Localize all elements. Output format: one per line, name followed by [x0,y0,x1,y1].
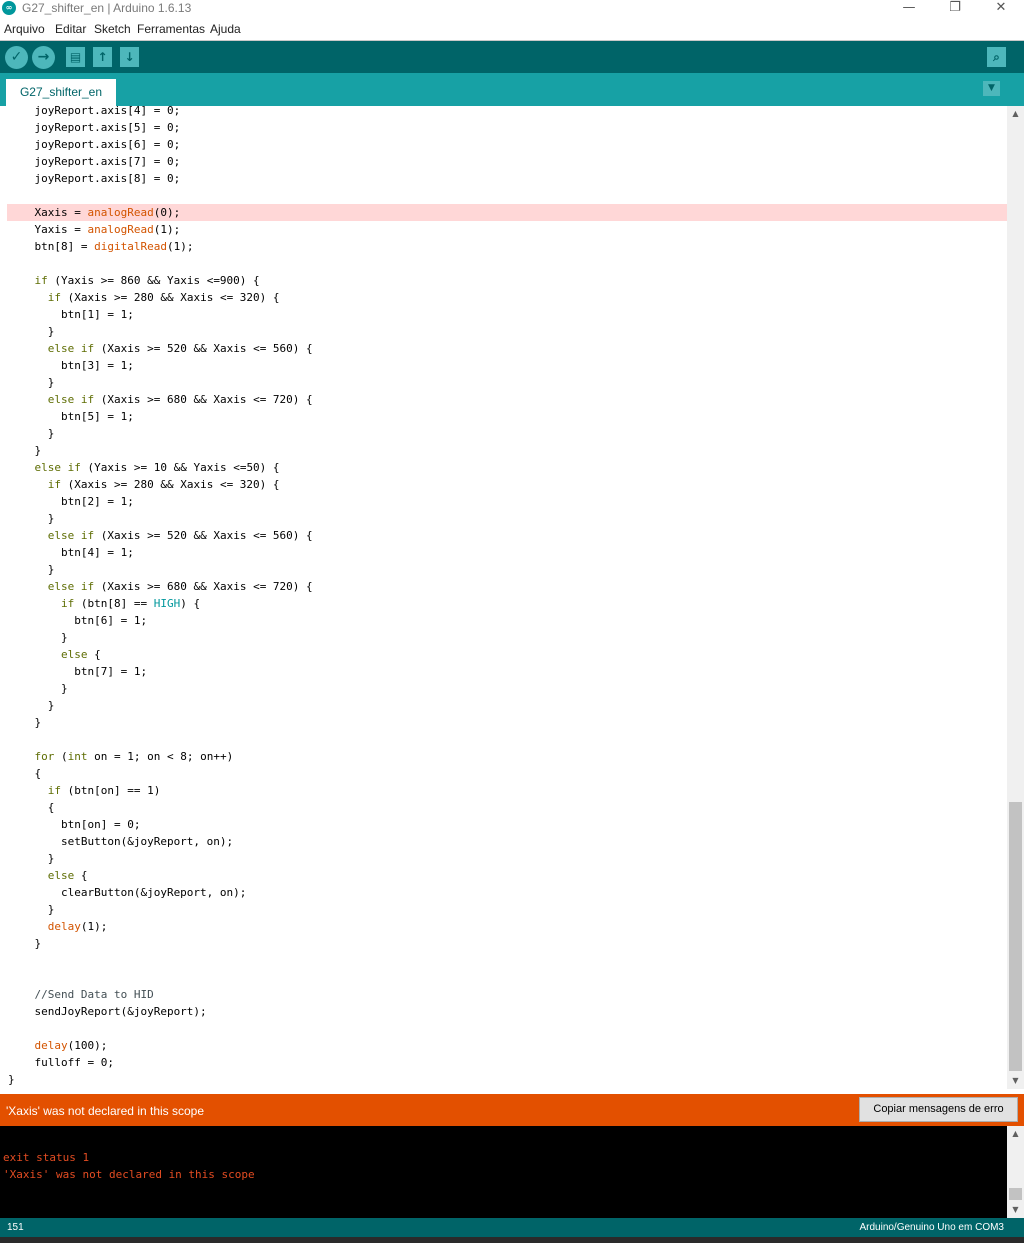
line-number: 151 [7,1222,24,1233]
minimize-button[interactable]: — [886,0,932,18]
code-line: else if (Xaxis >= 520 && Xaxis <= 560) { [47,342,313,355]
code-line: } [8,852,55,865]
editor-scrollbar[interactable]: ▲ ▼ [1007,106,1024,1089]
code-line: btn[6] = 1; [8,614,148,627]
code-line: else { [47,869,88,882]
console-line: exit status 1 [3,1151,90,1164]
code-line: else if (Xaxis >= 520 && Xaxis <= 560) { [47,529,313,542]
code-line: if (Yaxis >= 860 && Yaxis <=900) { [34,274,260,287]
code-line: for (int on = 1; on < 8; on++) [34,750,234,763]
code-line: btn[4] = 1; [8,546,134,559]
console-output: exit status 1 'Xaxis' was not declared i… [0,1126,1007,1218]
code-line: joyReport.axis[4] = 0; [8,106,181,117]
code-line: clearButton(&joyReport, on); [8,886,247,899]
code-line: } [8,699,55,712]
code-line: } [8,631,68,644]
tab-menu-chevron-down-icon[interactable]: ▼ [983,81,1000,96]
verify-icon[interactable]: ✓ [5,46,28,69]
menu-ferramentas[interactable]: Ferramentas [137,22,205,36]
error-message: 'Xaxis' was not declared in this scope [6,1104,205,1118]
code-line: else if (Xaxis >= 680 && Xaxis <= 720) { [47,580,313,593]
code-line: btn[5] = 1; [8,410,134,423]
code-line: joyReport.axis[5] = 0; [8,121,181,134]
code-line: } [8,376,55,389]
code-editor[interactable]: joyReport.axis[4] = 0; joyReport.axis[5]… [0,106,1007,1089]
menu-ajuda[interactable]: Ajuda [210,22,241,36]
code-line: if (Xaxis >= 280 && Xaxis <= 320) { [47,291,280,304]
console-scroll-down-icon[interactable]: ▼ [1007,1202,1024,1218]
menu-arquivo[interactable]: Arquivo [4,22,45,36]
error-code-line: Xaxis = analogRead(0); [7,204,1007,221]
code-line: btn[8] = digitalRead(1); [8,240,194,253]
console-scrollbar-thumb[interactable] [1009,1188,1022,1200]
arduino-logo-icon: ∞ [2,1,16,15]
code-line: btn[1] = 1; [8,308,134,321]
console-scroll-up-icon[interactable]: ▲ [1007,1126,1024,1142]
window-title: G27_shifter_en | Arduino 1.6.13 [22,1,192,15]
code-line: } [8,682,68,695]
code-line: } [8,427,55,440]
tab-g27-shifter-en[interactable]: G27_shifter_en [6,79,116,106]
code-line: btn[on] = 0; [8,818,141,831]
code-line: } [8,444,42,457]
code-line: else if (Xaxis >= 680 && Xaxis <= 720) { [47,393,313,406]
code-line: delay(100); [34,1039,108,1052]
code-line: delay(1); [47,920,108,933]
serial-monitor-icon[interactable]: ⌕ [987,47,1006,67]
code-line: btn[2] = 1; [8,495,134,508]
console-line: 'Xaxis' was not declared in this scope [3,1168,255,1181]
code-line: joyReport.axis[6] = 0; [8,138,181,151]
code-line: } [8,512,55,525]
console-scrollbar[interactable]: ▲ ▼ [1007,1126,1024,1218]
desktop-strip [0,1237,1024,1243]
board-port-label: Arduino/Genuino Uno em COM3 [859,1222,1004,1233]
code-line: } [8,937,42,950]
upload-icon[interactable]: → [32,46,55,69]
code-line: { [8,801,55,814]
code-line: if (btn[8] == HIGH) { [60,597,201,610]
code-line: } [8,563,55,576]
code-line: else { [60,648,101,661]
menu-sketch[interactable]: Sketch [94,22,131,36]
title-bar: ∞ G27_shifter_en | Arduino 1.6.13 — ❐ ✕ [0,0,1024,18]
code-line: Yaxis = analogRead(1); [8,223,181,236]
code-line: if (Xaxis >= 280 && Xaxis <= 320) { [47,478,280,491]
new-sketch-icon[interactable]: ▤ [66,47,85,67]
code-line: joyReport.axis[8] = 0; [8,172,181,185]
copy-error-messages-button[interactable]: Copiar mensagens de erro [859,1097,1018,1122]
toolbar: ✓ → ▤ ↑ ↓ ⌕ [0,40,1024,74]
restore-button[interactable]: ❐ [932,0,978,18]
code-line: btn[7] = 1; [8,665,148,678]
status-bar: 151 Arduino/Genuino Uno em COM3 [0,1218,1024,1237]
error-bar: 'Xaxis' was not declared in this scope C… [0,1094,1024,1126]
scroll-down-icon[interactable]: ▼ [1007,1073,1024,1089]
save-sketch-icon[interactable]: ↓ [120,47,139,67]
code-line: } [8,716,42,729]
code-line: fulloff = 0; [8,1056,114,1069]
code-line: setButton(&joyReport, on); [8,835,234,848]
code-line: else if (Yaxis >= 10 && Yaxis <=50) { [34,461,280,474]
code-line: joyReport.axis[7] = 0; [8,155,181,168]
code-line: { [8,767,42,780]
menu-editar[interactable]: Editar [55,22,86,36]
code-line: } [8,1073,15,1086]
code-line: } [8,325,55,338]
menu-bar: Arquivo Editar Sketch Ferramentas Ajuda [0,19,1024,40]
tab-bar: G27_shifter_en ▼ [0,73,1024,106]
close-button[interactable]: ✕ [978,0,1024,18]
code-line: btn[3] = 1; [8,359,134,372]
open-sketch-icon[interactable]: ↑ [93,47,112,67]
code-line: sendJoyReport(&joyReport); [8,1005,207,1018]
code-line: if (btn[on] == 1) [47,784,161,797]
code-line: //Send Data to HID [34,988,154,1001]
code-line: } [8,903,55,916]
scroll-up-icon[interactable]: ▲ [1007,106,1024,122]
editor-scrollbar-thumb[interactable] [1009,802,1022,1071]
